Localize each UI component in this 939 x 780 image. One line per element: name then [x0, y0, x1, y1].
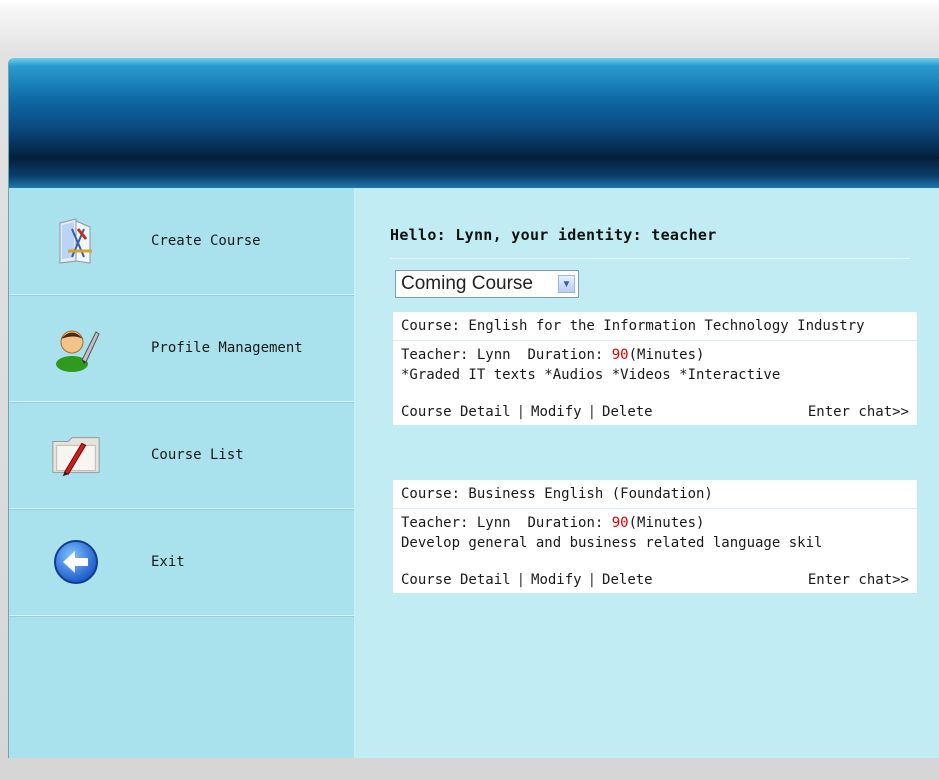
- app-window: Create Course Profile Management Course …: [8, 58, 939, 758]
- sidebar-item-label: Profile Management: [151, 340, 303, 356]
- create-course-icon: [49, 214, 103, 268]
- sidebar-item-label: Create Course: [151, 233, 261, 249]
- sidebar-item-exit[interactable]: Exit: [9, 509, 354, 616]
- modify-link[interactable]: Modify: [531, 572, 582, 588]
- sidebar-item-course-list[interactable]: Course List: [9, 402, 354, 509]
- course-info: Teacher: Lynn Duration: 90(Minutes) Deve…: [393, 509, 917, 567]
- course-list-icon: [49, 428, 103, 482]
- sidebar-item-label: Course List: [151, 447, 244, 463]
- sidebar: Create Course Profile Management Course …: [9, 188, 355, 758]
- modify-link[interactable]: Modify: [531, 404, 582, 420]
- course-title: Course: English for the Information Tech…: [393, 312, 917, 341]
- course-teacher: Teacher: Lynn: [401, 515, 511, 531]
- greeting-text: Hello: Lynn, your identity: teacher: [390, 226, 717, 244]
- duration-value: 90: [611, 515, 629, 531]
- delete-link[interactable]: Delete: [602, 572, 653, 588]
- course-description: Develop general and business related lan…: [401, 535, 823, 551]
- profile-user-icon: [49, 321, 103, 375]
- course-action-links: Course Detail | Modify | Delete: [401, 404, 653, 420]
- course-actions: Course Detail | Modify | Delete Enter chat>>: [393, 399, 917, 425]
- course-detail-link[interactable]: Course Detail: [401, 572, 511, 588]
- course-description: *Graded IT texts *Audios *Videos *Intera…: [401, 367, 781, 383]
- delete-link[interactable]: Delete: [602, 404, 653, 420]
- course-card: Course: Business English (Foundation) Te…: [393, 480, 917, 593]
- duration-label: Duration:: [527, 347, 604, 363]
- course-action-links: Course Detail | Modify | Delete: [401, 572, 653, 588]
- course-card: Course: English for the Information Tech…: [393, 312, 917, 425]
- course-actions: Course Detail | Modify | Delete Enter chat>>: [393, 567, 917, 593]
- duration-value: 90: [611, 347, 629, 363]
- enter-chat-link[interactable]: Enter chat>>: [808, 402, 909, 422]
- duration-label: Duration:: [527, 515, 604, 531]
- duration-unit: (Minutes): [628, 347, 705, 363]
- duration-unit: (Minutes): [628, 515, 705, 531]
- course-info: Teacher: Lynn Duration: 90(Minutes) *Gra…: [393, 341, 917, 399]
- sidebar-item-create-course[interactable]: Create Course: [9, 188, 354, 295]
- course-filter-select[interactable]: Coming Course ▼: [395, 270, 579, 298]
- chevron-down-icon[interactable]: ▼: [558, 275, 575, 293]
- course-teacher-line: Teacher: Lynn Duration: 90(Minutes): [401, 345, 909, 365]
- sidebar-item-profile-management[interactable]: Profile Management: [9, 295, 354, 402]
- course-teacher: Teacher: Lynn: [401, 347, 511, 363]
- sidebar-item-label: Exit: [151, 554, 185, 570]
- main-content: Hello: Lynn, your identity: teacher Comi…: [355, 188, 939, 758]
- enter-chat-link[interactable]: Enter chat>>: [808, 570, 909, 590]
- course-filter-value: Coming Course: [401, 273, 533, 294]
- divider: [390, 258, 910, 259]
- course-detail-link[interactable]: Course Detail: [401, 404, 511, 420]
- exit-back-arrow-icon: [49, 535, 103, 589]
- course-teacher-line: Teacher: Lynn Duration: 90(Minutes): [401, 513, 909, 533]
- course-title: Course: Business English (Foundation): [393, 480, 917, 509]
- header-banner: [9, 58, 939, 188]
